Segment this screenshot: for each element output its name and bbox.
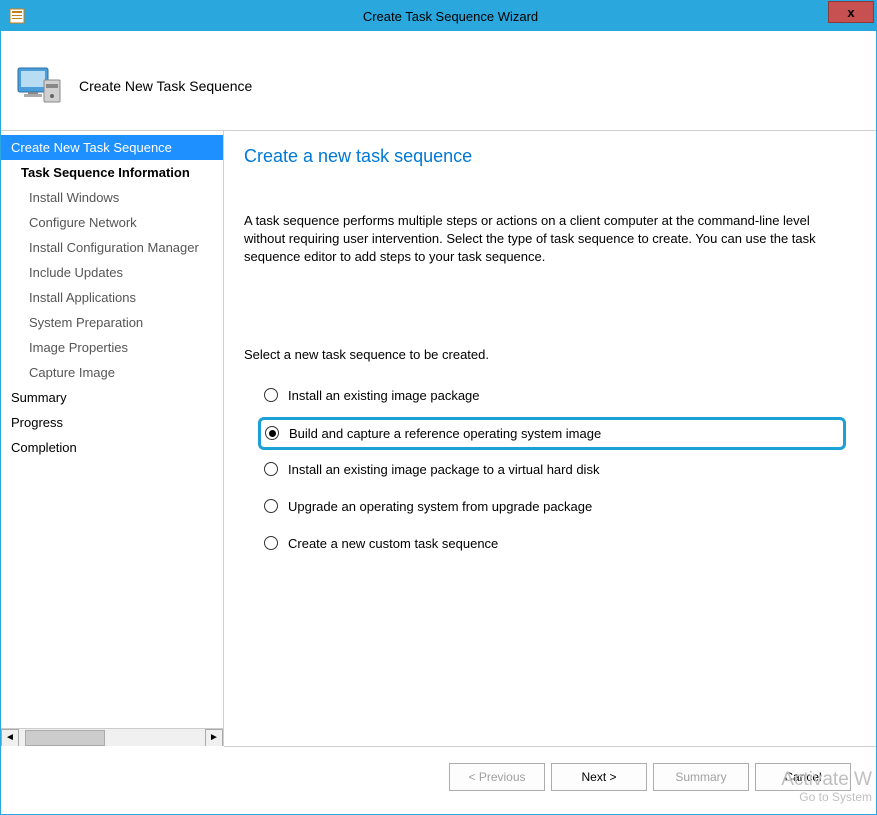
close-icon: x (847, 5, 854, 20)
radio-label: Build and capture a reference operating … (289, 426, 601, 441)
sidebar-item-include-updates[interactable]: Include Updates (1, 260, 223, 285)
close-button[interactable]: x (828, 1, 874, 23)
sidebar-horizontal-scrollbar[interactable]: ◄ ► (1, 728, 223, 746)
radio-label: Install an existing image package to a v… (288, 462, 599, 477)
previous-button[interactable]: < Previous (449, 763, 545, 791)
task-sequence-type-radiogroup: Install an existing image package Build a… (258, 380, 846, 565)
sidebar-item-configure-network[interactable]: Configure Network (1, 210, 223, 235)
radio-label: Create a new custom task sequence (288, 536, 498, 551)
radio-icon (264, 499, 278, 513)
sidebar-item-create-new-task-sequence[interactable]: Create New Task Sequence (1, 135, 223, 160)
scroll-right-arrow[interactable]: ► (205, 729, 223, 747)
sidebar-item-install-configuration-manager[interactable]: Install Configuration Manager (1, 235, 223, 260)
next-button[interactable]: Next > (551, 763, 647, 791)
radio-option-0[interactable]: Install an existing image package (258, 380, 846, 411)
sidebar-item-install-applications[interactable]: Install Applications (1, 285, 223, 310)
sidebar-item-progress[interactable]: Progress (1, 410, 223, 435)
titlebar: Create Task Sequence Wizard x (1, 1, 876, 31)
scroll-track[interactable] (19, 729, 205, 747)
radio-icon (264, 462, 278, 476)
sidebar-item-install-windows[interactable]: Install Windows (1, 185, 223, 210)
wizard-window: Create Task Sequence Wizard x Create New… (0, 0, 877, 815)
page-description: A task sequence performs multiple steps … (244, 212, 846, 267)
sidebar-item-system-preparation[interactable]: System Preparation (1, 310, 223, 335)
main-panel: Create a new task sequence A task sequen… (224, 131, 876, 746)
radio-label: Install an existing image package (288, 388, 480, 403)
options-label: Select a new task sequence to be created… (244, 347, 846, 362)
sidebar-item-task-sequence-information[interactable]: Task Sequence Information (1, 160, 223, 185)
radio-option-1[interactable]: Build and capture a reference operating … (258, 417, 846, 450)
cancel-button[interactable]: Cancel (755, 763, 851, 791)
scroll-thumb[interactable] (25, 730, 105, 746)
radio-option-3[interactable]: Upgrade an operating system from upgrade… (258, 491, 846, 522)
sidebar-item-completion[interactable]: Completion (1, 435, 223, 460)
radio-icon (265, 426, 279, 440)
app-icon (9, 8, 25, 24)
radio-icon (264, 388, 278, 402)
wizard-header: Create New Task Sequence (1, 41, 876, 131)
page-heading: Create a new task sequence (244, 146, 846, 167)
scroll-left-arrow[interactable]: ◄ (1, 729, 19, 747)
sidebar: Create New Task SequenceTask Sequence In… (1, 131, 224, 746)
wizard-footer: < Previous Next > Summary Cancel Activat… (224, 746, 876, 806)
header-title: Create New Task Sequence (79, 78, 252, 94)
task-sequence-icon (16, 62, 64, 110)
radio-option-4[interactable]: Create a new custom task sequence (258, 528, 846, 559)
radio-label: Upgrade an operating system from upgrade… (288, 499, 592, 514)
summary-button[interactable]: Summary (653, 763, 749, 791)
sidebar-item-capture-image[interactable]: Capture Image (1, 360, 223, 385)
radio-icon (264, 536, 278, 550)
content-area: Create New Task SequenceTask Sequence In… (1, 131, 876, 746)
radio-option-2[interactable]: Install an existing image package to a v… (258, 454, 846, 485)
sidebar-item-summary[interactable]: Summary (1, 385, 223, 410)
sidebar-item-image-properties[interactable]: Image Properties (1, 335, 223, 360)
window-title: Create Task Sequence Wizard (25, 9, 876, 24)
